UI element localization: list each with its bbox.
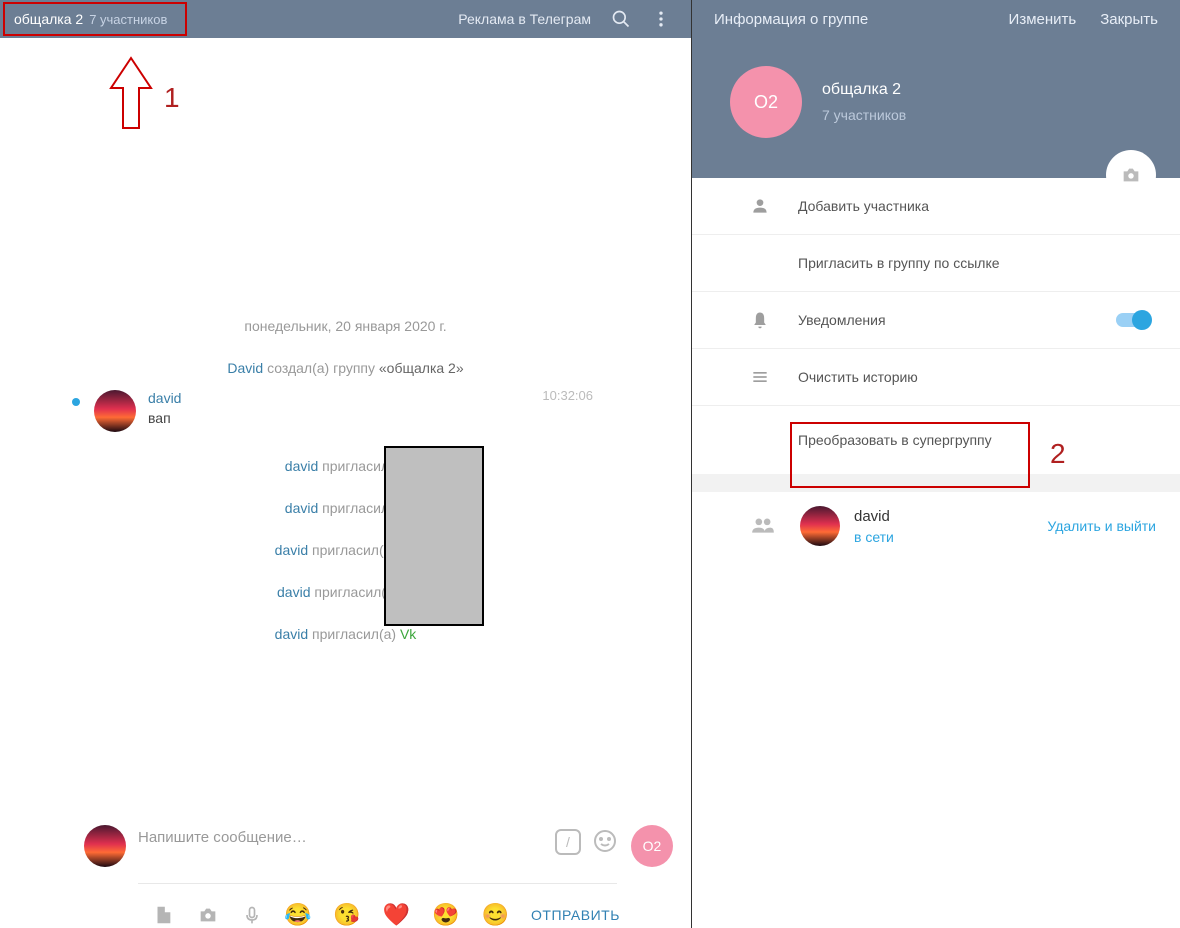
- info-panel-header: Информация о группе Изменить Закрыть: [692, 0, 1180, 38]
- chat-members-count: 7 участников: [89, 12, 167, 27]
- group-profile: О2 общалка 2 7 участников: [692, 38, 1180, 178]
- composer-toolbar: 😂 😘 ❤️ 😍 😊 ОТПРАВИТЬ: [0, 884, 691, 928]
- section-divider: [692, 474, 1180, 492]
- member-status: в сети: [854, 529, 894, 545]
- info-panel-title: Информация о группе: [714, 11, 985, 28]
- more-vertical-icon[interactable]: [651, 9, 671, 29]
- clear-history-button[interactable]: Очистить историю: [692, 349, 1180, 406]
- date-separator: понедельник, 20 января 2020 г.: [0, 318, 691, 334]
- bell-icon: [750, 310, 770, 330]
- emoji-blush-icon[interactable]: 😊: [482, 902, 509, 928]
- close-button[interactable]: Закрыть: [1100, 11, 1158, 28]
- chat-title: общалка 2: [14, 11, 83, 27]
- emoji-heart-icon[interactable]: ❤️: [383, 902, 410, 928]
- message-composer: Напишите сообщение… / О2: [0, 813, 691, 884]
- people-icon: [750, 516, 776, 536]
- invite-link-button[interactable]: Пригласить в группу по ссылке: [692, 235, 1180, 292]
- message-row: david вап 10:32:06: [0, 376, 691, 432]
- member-name: david: [854, 508, 894, 525]
- leave-group-button[interactable]: Удалить и выйти: [1047, 518, 1156, 534]
- message-text: вап: [148, 410, 673, 426]
- emoji-laugh-icon[interactable]: 😂: [284, 902, 311, 928]
- format-icon[interactable]: /: [555, 829, 581, 855]
- member-row[interactable]: david в сети Удалить и выйти: [692, 492, 1180, 560]
- emoji-kiss-icon[interactable]: 😘: [333, 902, 360, 928]
- annotation-label-2: 2: [1050, 438, 1066, 470]
- send-button[interactable]: ОТПРАВИТЬ: [531, 907, 620, 923]
- member-avatar[interactable]: [800, 506, 840, 546]
- message-input[interactable]: Напишите сообщение… /: [138, 829, 617, 884]
- unread-dot-icon: [72, 398, 80, 406]
- chat-header[interactable]: общалка 2 7 участников Реклама в Телегра…: [0, 0, 691, 38]
- toggle-switch[interactable]: [1116, 313, 1150, 327]
- menu-icon: [750, 367, 770, 387]
- redacted-block: [384, 446, 484, 626]
- attach-file-icon[interactable]: [152, 904, 174, 926]
- microphone-icon[interactable]: [242, 903, 262, 927]
- convert-supergroup-button[interactable]: Преобразовать в супергруппу: [692, 406, 1180, 474]
- user-avatar[interactable]: [94, 390, 136, 432]
- group-members-text: 7 участников: [822, 107, 906, 123]
- message-time: 10:32:06: [542, 388, 593, 403]
- group-avatar-large[interactable]: О2: [730, 66, 802, 138]
- self-avatar[interactable]: [84, 825, 126, 867]
- add-member-button[interactable]: Добавить участника: [692, 178, 1180, 235]
- message-sender[interactable]: david: [148, 390, 673, 406]
- person-icon: [750, 196, 770, 216]
- search-icon[interactable]: [611, 9, 631, 29]
- group-avatar-badge[interactable]: О2: [631, 825, 673, 867]
- ad-link[interactable]: Реклама в Телеграм: [458, 11, 591, 27]
- edit-button[interactable]: Изменить: [1009, 11, 1077, 28]
- messages-area: понедельник, 20 января 2020 г. David соз…: [0, 38, 691, 813]
- notifications-toggle[interactable]: Уведомления: [692, 292, 1180, 349]
- emoji-heart-eyes-icon[interactable]: 😍: [432, 902, 459, 928]
- group-options: Добавить участника Пригласить в группу п…: [692, 178, 1180, 560]
- invite-messages: david пригласил(а) david пригласил(а) da…: [0, 458, 691, 642]
- emoji-picker-icon[interactable]: [593, 829, 617, 855]
- camera-icon[interactable]: [196, 904, 220, 926]
- system-created-message: David создал(а) группу «общалка 2»: [0, 360, 691, 376]
- group-name: общалка 2: [822, 81, 906, 99]
